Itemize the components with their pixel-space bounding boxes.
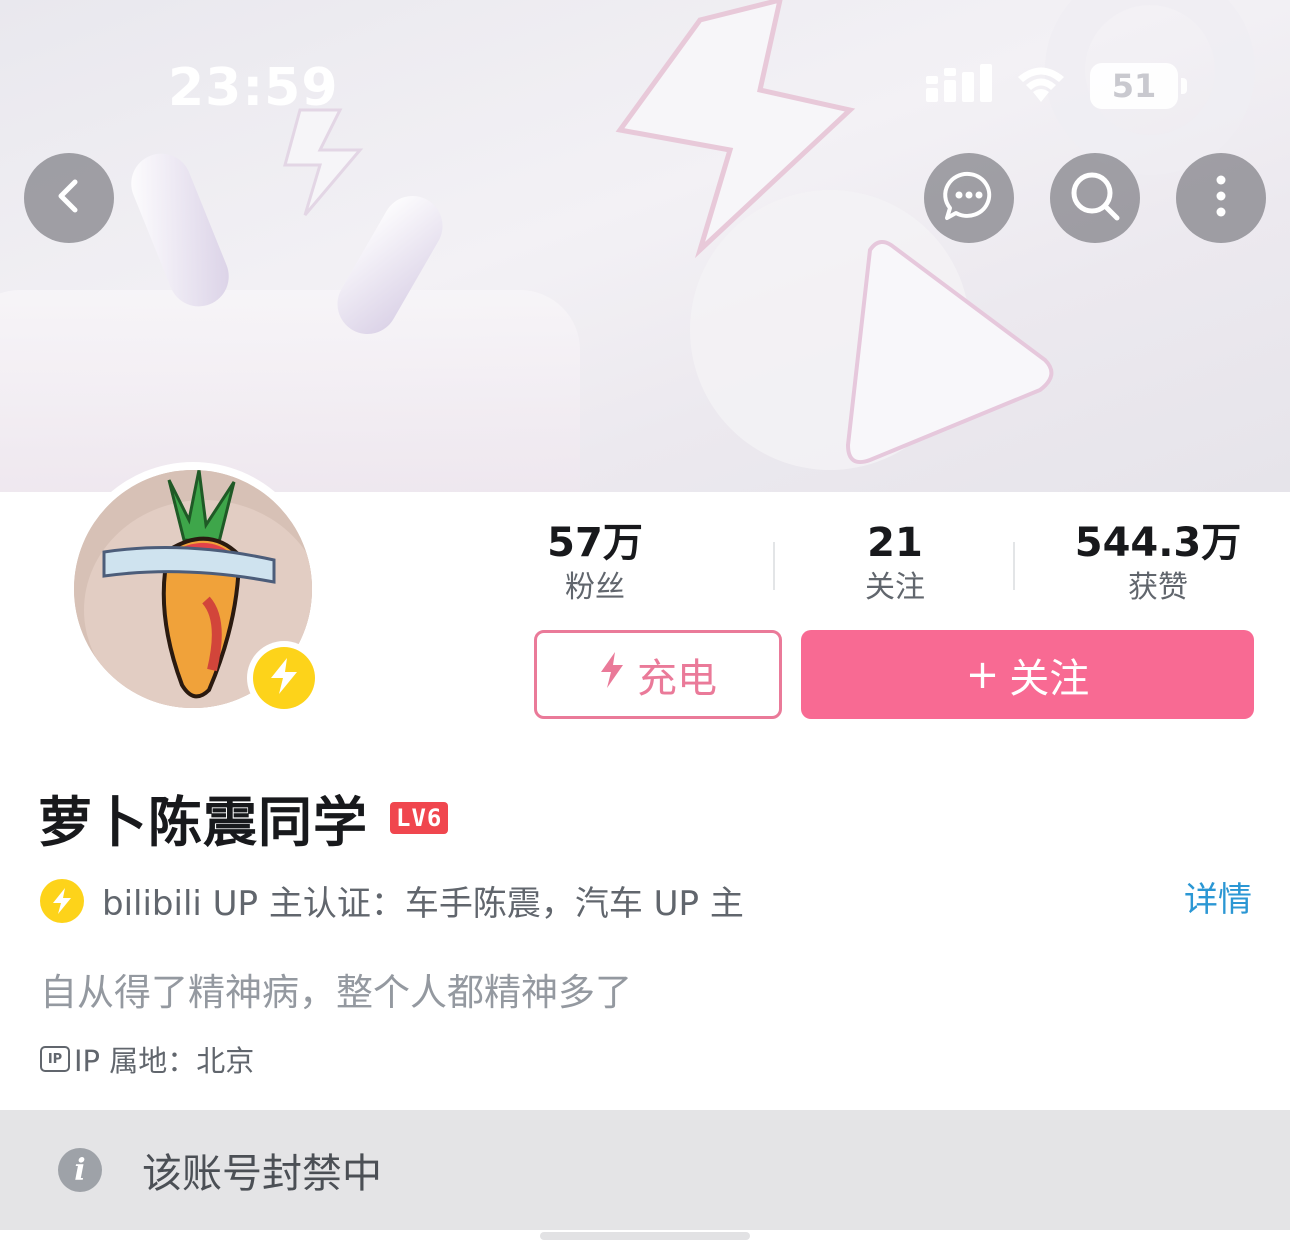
follow-label: 关注 — [1009, 655, 1090, 702]
stat-value: 57万 — [547, 520, 643, 566]
account-banned-notice: i 该账号封禁中 — [0, 1110, 1290, 1230]
follow-button[interactable]: + 关注 — [801, 630, 1254, 719]
stat-label: 粉丝 — [565, 570, 625, 605]
lightning-icon — [267, 656, 301, 700]
search-button[interactable] — [1050, 153, 1140, 243]
stat-label: 获赞 — [1128, 570, 1188, 605]
name-row: 萝卜陈震同学 LV6 — [38, 778, 449, 857]
stat-fans[interactable]: 57万 粉丝 — [520, 518, 670, 608]
verified-badge — [247, 641, 321, 715]
ip-location-row: IP IP 属地：北京 — [40, 1038, 254, 1080]
battery-level: 51 — [1111, 67, 1157, 105]
details-link[interactable]: 详情 — [1184, 872, 1252, 921]
stat-value: 544.3万 — [1074, 520, 1242, 566]
more-button[interactable] — [1176, 153, 1266, 243]
ban-notice-text: 该账号封禁中 — [142, 1151, 382, 1197]
stat-likes[interactable]: 544.3万 获赞 — [1058, 518, 1258, 608]
status-icons: 51 — [926, 62, 1187, 110]
more-vertical-icon — [1215, 174, 1227, 222]
lightning-icon — [599, 650, 625, 700]
back-icon — [49, 176, 89, 220]
home-indicator — [540, 1232, 750, 1240]
bio: 自从得了精神病，整个人都精神多了 — [40, 971, 632, 1014]
stat-value: 21 — [867, 520, 923, 566]
stat-divider — [1013, 542, 1015, 590]
ip-icon: IP — [40, 1046, 70, 1072]
charge-button[interactable]: 充电 — [534, 630, 782, 719]
message-button[interactable] — [924, 153, 1014, 243]
status-time: 23:59 — [168, 58, 339, 118]
verified-lightning-icon — [40, 878, 84, 923]
wifi-icon — [1014, 64, 1068, 108]
stat-divider — [773, 542, 775, 590]
certification-row: bilibili UP 主认证：车手陈震，汽车 UP 主 — [40, 876, 744, 925]
level-badge[interactable]: LV6 — [390, 801, 449, 834]
info-icon: i — [58, 1148, 102, 1192]
username: 萝卜陈震同学 — [38, 791, 368, 854]
back-button[interactable] — [24, 153, 114, 243]
ip-location: IP 属地：北京 — [74, 1044, 255, 1078]
stat-following[interactable]: 21 关注 — [820, 518, 970, 608]
plus-icon: + — [965, 651, 1000, 698]
search-icon — [1067, 168, 1123, 228]
battery-icon: 51 — [1090, 63, 1187, 109]
charge-label: 充电 — [637, 655, 717, 702]
cellular-signal-icon — [926, 64, 992, 108]
stat-label: 关注 — [865, 570, 925, 605]
message-bubble-icon — [941, 168, 997, 228]
certification-text: bilibili UP 主认证：车手陈震，汽车 UP 主 — [102, 884, 744, 924]
